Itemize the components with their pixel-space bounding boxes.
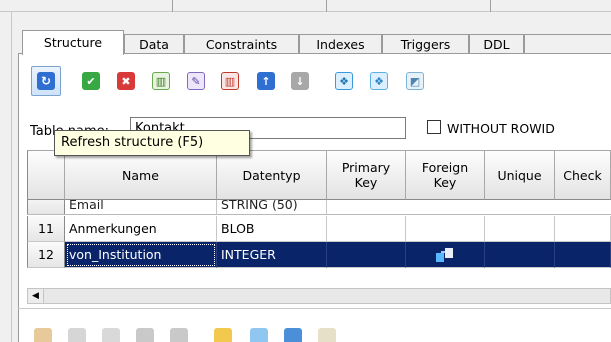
without-rowid-checkbox[interactable] xyxy=(427,120,441,134)
row-number: 12 xyxy=(27,242,65,268)
unique-icon[interactable] xyxy=(284,328,302,342)
unique-icon: ◩ xyxy=(409,74,421,88)
rollback-icon: ✖ xyxy=(121,74,131,88)
horizontal-scrollbar[interactable]: ◀ xyxy=(27,288,611,304)
toolbar-separator xyxy=(440,68,441,94)
column-header-unique[interactable]: Unique xyxy=(485,150,555,200)
foreign-key-cell[interactable] xyxy=(406,216,485,242)
column-header-datentyp[interactable]: Datentyp xyxy=(217,150,327,200)
column-header-foreign-key[interactable]: Foreign Key xyxy=(406,150,485,200)
type-cell[interactable]: STRING (50) xyxy=(217,200,327,214)
row-number: 11 xyxy=(27,216,65,242)
primary-key-icon: ❖ xyxy=(339,74,349,88)
delete-column-button[interactable]: ▥ xyxy=(221,72,239,90)
unique-cell[interactable] xyxy=(485,242,555,268)
tab-constraints[interactable]: Constraints xyxy=(184,34,299,54)
tab-structure[interactable]: Structure xyxy=(22,30,124,55)
move-up-icon[interactable] xyxy=(136,328,154,342)
top-strip xyxy=(0,0,611,12)
column-header-name[interactable]: Name xyxy=(65,150,217,200)
toolbar-separator xyxy=(322,68,323,94)
column-header-label: Foreign Key xyxy=(421,160,469,190)
constraints-toolbar xyxy=(18,322,611,342)
foreign-key-icon[interactable] xyxy=(250,328,268,342)
primary-key-icon[interactable] xyxy=(214,328,232,342)
table-row[interactable]: 12 von_Institution INTEGER xyxy=(27,242,611,268)
divider xyxy=(18,308,611,309)
refresh-button[interactable]: ↻ xyxy=(31,66,61,96)
check-cell[interactable] xyxy=(555,216,611,242)
name-cell[interactable]: Anmerkungen xyxy=(65,216,217,242)
move-up-icon: ↑ xyxy=(261,74,271,88)
toolbar-separator xyxy=(72,68,73,94)
tab-overflow xyxy=(524,34,611,54)
divider xyxy=(490,0,491,12)
arrow-left-icon: ◀ xyxy=(32,291,39,301)
table-row[interactable]: Email STRING (50) xyxy=(27,200,611,215)
tab-data[interactable]: Data xyxy=(124,34,184,54)
tab-ddl[interactable]: DDL xyxy=(469,34,524,54)
move-down-button[interactable]: ↓ xyxy=(291,72,309,90)
left-strip xyxy=(0,12,12,342)
column-header-label: Datentyp xyxy=(242,167,301,183)
column-header-label: Name xyxy=(122,167,159,183)
column-header-label: Check xyxy=(563,167,602,183)
commit-button[interactable]: ✔ xyxy=(82,72,100,90)
edit-column-icon: ✎ xyxy=(191,74,201,88)
foreign-key-icon xyxy=(436,248,454,262)
primary-key-button[interactable]: ❖ xyxy=(335,72,353,90)
columns-grid: Name Datentyp Primary Key Foreign Key Un… xyxy=(27,150,611,290)
rollback-button[interactable]: ✖ xyxy=(117,72,135,90)
row-number-header xyxy=(27,150,65,200)
add-column-icon: ▥ xyxy=(155,74,167,88)
name-cell[interactable]: Email xyxy=(65,200,217,214)
foreign-key-icon: ❖ xyxy=(374,74,384,88)
move-up-button[interactable]: ↑ xyxy=(257,72,275,90)
delete-column-icon: ▥ xyxy=(224,74,236,88)
tooltip: Refresh structure (F5) xyxy=(54,130,250,156)
edit-column-button[interactable]: ✎ xyxy=(187,72,205,90)
divider xyxy=(172,0,173,12)
refresh-icon: ↻ xyxy=(37,72,55,90)
primary-key-cell[interactable] xyxy=(327,216,406,242)
name-cell[interactable]: von_Institution xyxy=(65,242,217,268)
add-column-button[interactable]: ▥ xyxy=(152,72,170,90)
add-constraint-icon[interactable] xyxy=(34,328,52,342)
scroll-left-button[interactable]: ◀ xyxy=(28,289,44,303)
column-header-check[interactable]: Check xyxy=(555,150,611,200)
column-header-primary-key[interactable]: Primary Key xyxy=(327,150,406,200)
unique-button[interactable]: ◩ xyxy=(406,72,424,90)
row-number xyxy=(27,200,65,214)
primary-key-cell[interactable] xyxy=(327,242,406,268)
edit-constraint-icon[interactable] xyxy=(68,328,86,342)
foreign-key-button[interactable]: ❖ xyxy=(370,72,388,90)
delete-constraint-icon[interactable] xyxy=(102,328,120,342)
divider xyxy=(326,0,327,12)
check-cell[interactable] xyxy=(555,242,611,268)
check-icon[interactable] xyxy=(318,328,336,342)
table-row[interactable]: 11 Anmerkungen BLOB xyxy=(27,216,611,242)
tab-triggers[interactable]: Triggers xyxy=(382,34,469,54)
commit-icon: ✔ xyxy=(86,74,96,88)
type-cell[interactable]: BLOB xyxy=(217,216,327,242)
column-header-label: Primary Key xyxy=(341,160,391,190)
move-down-icon: ↓ xyxy=(295,74,305,88)
without-rowid-label: WITHOUT ROWID xyxy=(447,121,555,136)
column-header-label: Unique xyxy=(497,167,542,183)
move-down-icon[interactable] xyxy=(170,328,188,342)
foreign-key-cell[interactable] xyxy=(406,242,485,268)
tab-indexes[interactable]: Indexes xyxy=(299,34,382,54)
type-cell[interactable]: INTEGER xyxy=(217,242,327,268)
unique-cell[interactable] xyxy=(485,216,555,242)
